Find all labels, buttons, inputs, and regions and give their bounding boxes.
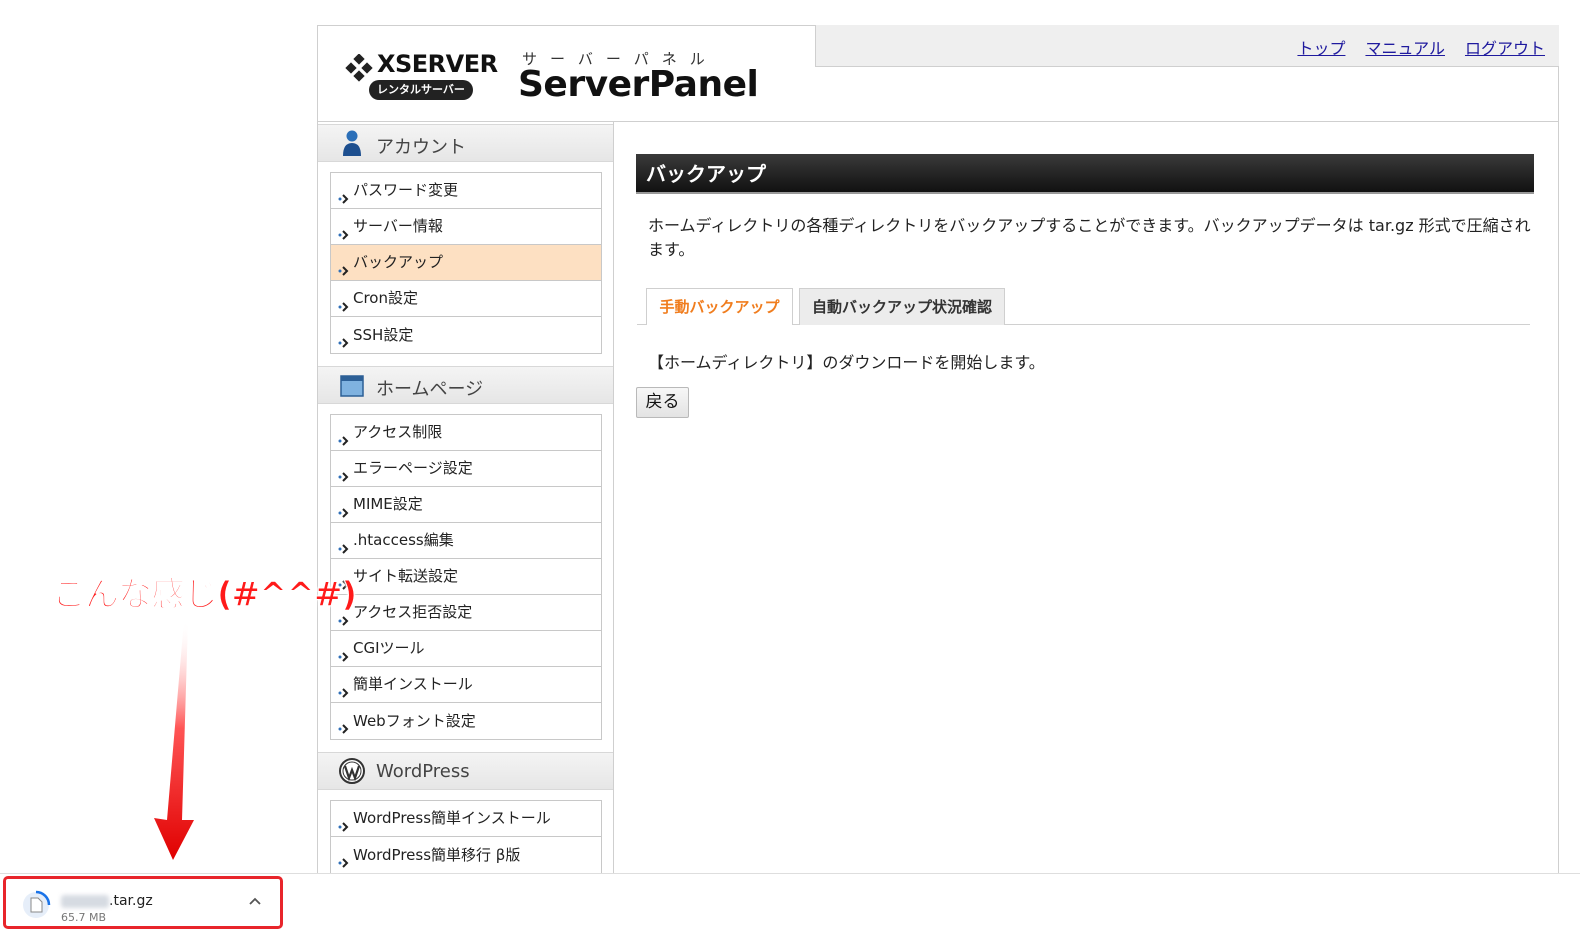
download-notice: 【ホームディレクトリ】のダウンロードを開始します。	[648, 353, 1045, 372]
brand-name: XSERVER	[377, 50, 498, 78]
sidebar-item-backup[interactable]: バックアップ	[331, 245, 601, 281]
tab-auto-backup-status[interactable]: 自動バックアップ状況確認	[799, 288, 1005, 325]
top-links: トップ マニュアル ログアウト	[1297, 35, 1545, 59]
sidebar-item-site-redirect[interactable]: サイト転送設定	[331, 559, 601, 595]
arrow-bullet-icon	[337, 848, 351, 868]
sidebar-item-error-page[interactable]: エラーページ設定	[331, 451, 601, 487]
sidebar-item-label: MIME設定	[353, 495, 423, 513]
sidebar-item-cron[interactable]: Cron設定	[331, 281, 601, 317]
sidebar-item-label: サイト転送設定	[353, 567, 459, 585]
sidebar-item-label: アクセス制限	[353, 423, 443, 441]
tab-manual-backup[interactable]: 手動バックアップ	[646, 288, 793, 325]
file-download-progress-icon	[23, 890, 51, 918]
sidebar-item-label: Webフォント設定	[353, 711, 476, 730]
back-button[interactable]: 戻る	[636, 387, 689, 418]
brand-subtitle: レンタルサーバー	[369, 80, 473, 100]
xserver-diamond-icon	[345, 54, 373, 82]
wordpress-icon	[339, 758, 365, 784]
section-header-homepage: ホームページ	[318, 366, 613, 404]
arrow-bullet-icon	[337, 426, 351, 446]
sidebar-item-web-fonts[interactable]: Webフォント設定	[331, 703, 601, 739]
arrow-bullet-icon	[337, 256, 351, 276]
blurred-filename	[61, 894, 109, 908]
sidebar-item-label: CGIツール	[353, 639, 425, 657]
sidebar-item-label: WordPress簡単インストール	[353, 809, 551, 827]
sidebar-item-mime[interactable]: MIME設定	[331, 487, 601, 523]
sidebar-item-label: エラーページ設定	[353, 459, 473, 477]
sidebar-item-password[interactable]: パスワード変更	[331, 173, 601, 209]
wordpress-menu: WordPress簡単インストール WordPress簡単移行 β版	[330, 800, 602, 874]
arrow-bullet-icon	[337, 812, 351, 832]
page-title: バックアップ	[636, 154, 1534, 194]
sidebar-item-wp-install[interactable]: WordPress簡単インストール	[331, 801, 601, 837]
xserver-logo[interactable]: XSERVER レンタルサーバー	[345, 48, 505, 104]
section-header-wordpress: WordPress	[318, 752, 613, 790]
sidebar-item-wp-migrate[interactable]: WordPress簡単移行 β版	[331, 837, 601, 873]
sidebar-item-label: アクセス拒否設定	[353, 603, 473, 621]
homepage-menu: アクセス制限 エラーページ設定 MIME設定 .htaccess編集 サイト転送…	[330, 414, 602, 740]
sidebar-item-label: 簡単インストール	[353, 675, 473, 693]
sidebar-item-label: .htaccess編集	[353, 531, 454, 549]
window-icon	[340, 375, 364, 397]
sidebar-item-access-deny[interactable]: アクセス拒否設定	[331, 595, 601, 631]
account-menu: パスワード変更 サーバー情報 バックアップ Cron設定 SSH設定	[330, 172, 602, 354]
sidebar-item-label: SSH設定	[353, 325, 414, 344]
annotation-text: こんな感じ(#^^#)	[51, 575, 357, 616]
download-filename: .tar.gz	[61, 893, 153, 909]
top-link[interactable]: トップ	[1297, 35, 1345, 59]
arrow-bullet-icon	[337, 642, 351, 662]
panel-title: ServerPanel	[518, 64, 759, 105]
sidebar-item-htaccess[interactable]: .htaccess編集	[331, 523, 601, 559]
sidebar-item-label: バックアップ	[353, 253, 444, 271]
sidebar-item-easy-install[interactable]: 簡単インストール	[331, 667, 601, 703]
sidebar-item-cgi-tools[interactable]: CGIツール	[331, 631, 601, 667]
sidebar-item-label: Cron設定	[353, 289, 418, 307]
logout-link[interactable]: ログアウト	[1465, 35, 1545, 59]
arrow-bullet-icon	[337, 534, 351, 554]
download-item[interactable]: .tar.gz 65.7 MB	[3, 876, 283, 929]
arrow-bullet-icon	[337, 462, 351, 482]
header-link-bar: トップ マニュアル ログアウト	[815, 25, 1559, 67]
sidebar-item-label: パスワード変更	[353, 181, 459, 199]
arrow-bullet-icon	[337, 678, 351, 698]
backup-tabs: 手動バックアップ 自動バックアップ状況確認	[637, 288, 1530, 325]
sidebar-item-access-limit[interactable]: アクセス制限	[331, 415, 601, 451]
section-label: WordPress	[376, 761, 470, 782]
sidebar-item-server-info[interactable]: サーバー情報	[331, 209, 601, 245]
arrow-bullet-icon	[337, 498, 351, 518]
arrow-bullet-icon	[337, 714, 351, 734]
chevron-up-icon[interactable]	[246, 893, 264, 911]
manual-link[interactable]: マニュアル	[1365, 35, 1445, 59]
arrow-bullet-icon	[337, 220, 351, 240]
page-description: ホームディレクトリの各種ディレクトリをバックアップすることができます。バックアッ…	[648, 216, 1531, 259]
arrow-bullet-icon	[337, 328, 351, 348]
annotation-arrow-icon	[154, 620, 194, 860]
sidebar-item-label: サーバー情報	[353, 217, 443, 235]
section-label: アカウント	[376, 137, 466, 158]
user-icon	[343, 130, 361, 156]
section-label: ホームページ	[376, 379, 484, 400]
sidebar-item-label: WordPress簡単移行 β版	[353, 845, 521, 864]
sidebar: アカウント パスワード変更 サーバー情報 バックアップ Cron設定 SSH設定…	[318, 122, 614, 874]
arrow-bullet-icon	[337, 184, 351, 204]
sidebar-item-ssh[interactable]: SSH設定	[331, 317, 601, 353]
arrow-bullet-icon	[337, 292, 351, 312]
download-size: 65.7 MB	[61, 911, 107, 924]
section-header-account: アカウント	[318, 124, 613, 162]
